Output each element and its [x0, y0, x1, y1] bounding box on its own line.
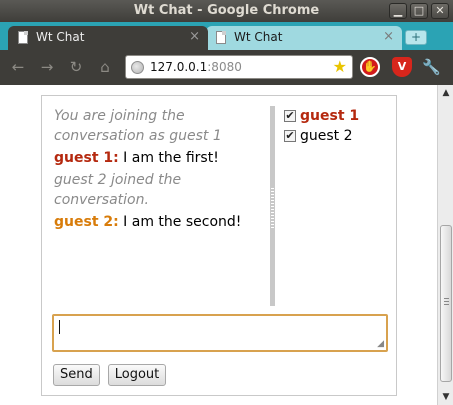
message-text: I am the first! — [118, 150, 219, 166]
system-message: You are joining the conversation as gues… — [54, 108, 222, 144]
vertical-scrollbar[interactable]: ▲ ▼ — [437, 85, 453, 405]
page-icon — [18, 31, 28, 44]
window-title: Wt Chat - Google Chrome — [133, 3, 320, 18]
tab-wt-chat-inactive[interactable]: Wt Chat × — [206, 26, 402, 50]
maximize-button[interactable]: □ — [410, 3, 428, 19]
message-author: guest 2: — [54, 214, 119, 230]
minimize-button[interactable]: ▁ — [389, 3, 407, 19]
chat-widget: You are joining the conversation as gues… — [41, 95, 397, 396]
browser-toolbar: ← → ↻ ⌂ 127.0.0.1:8080 ★ ✋ V 🔧 — [0, 50, 453, 85]
wrench-icon[interactable]: 🔧 — [422, 58, 441, 76]
system-message: guest 2 joined the conversation. — [54, 172, 182, 208]
home-icon[interactable]: ⌂ — [95, 58, 115, 76]
tab-label: Wt Chat — [36, 30, 85, 44]
user-checkbox[interactable]: ✔ — [284, 110, 296, 122]
user-name: guest 1 — [300, 108, 360, 124]
close-tab-icon[interactable]: × — [383, 29, 394, 44]
message-author: guest 1: — [54, 150, 119, 166]
window-titlebar: Wt Chat - Google Chrome ▁ □ ✕ — [0, 0, 453, 22]
address-bar[interactable]: 127.0.0.1:8080 ★ — [125, 55, 353, 79]
tab-label: Wt Chat — [234, 30, 283, 44]
user-checkbox[interactable]: ✔ — [284, 130, 296, 142]
close-window-button[interactable]: ✕ — [431, 3, 449, 19]
stop-sign-icon[interactable]: ✋ — [360, 57, 380, 77]
user-name: guest 2 — [300, 128, 353, 144]
send-button[interactable]: Send — [53, 364, 100, 386]
globe-icon — [131, 61, 144, 74]
tab-wt-chat-active[interactable]: Wt Chat × — [8, 26, 208, 50]
message-list: You are joining the conversation as gues… — [54, 106, 264, 234]
bookmark-star-icon[interactable]: ★ — [333, 57, 347, 76]
user-list: ✔ guest 1 ✔ guest 2 — [284, 106, 359, 146]
reload-icon[interactable]: ↻ — [66, 58, 86, 76]
forward-icon[interactable]: → — [37, 58, 57, 76]
user-item: ✔ guest 2 — [284, 126, 359, 146]
page-icon — [216, 31, 226, 44]
scrollbar-thumb[interactable] — [440, 225, 452, 382]
new-tab-button[interactable]: + — [405, 30, 427, 45]
text-caret — [59, 320, 60, 334]
scroll-down-icon[interactable]: ▼ — [438, 389, 453, 405]
shield-icon[interactable]: V — [392, 57, 412, 77]
splitter-handle[interactable] — [270, 106, 275, 306]
logout-button[interactable]: Logout — [107, 364, 167, 386]
resize-grip-icon[interactable]: ◢ — [377, 339, 384, 349]
chat-message: guest 1: I am the first! — [54, 148, 264, 168]
chat-message: guest 2: I am the second! — [54, 212, 264, 232]
back-icon[interactable]: ← — [8, 58, 28, 76]
scroll-up-icon[interactable]: ▲ — [438, 85, 453, 101]
url-text: 127.0.0.1:8080 — [150, 60, 242, 74]
user-item: ✔ guest 1 — [284, 106, 359, 126]
tab-strip: Wt Chat × Wt Chat × + — [0, 22, 453, 50]
message-input[interactable]: ◢ — [52, 314, 388, 352]
page-content: You are joining the conversation as gues… — [0, 85, 453, 405]
close-tab-icon[interactable]: × — [189, 29, 200, 44]
message-text: I am the second! — [118, 214, 242, 230]
